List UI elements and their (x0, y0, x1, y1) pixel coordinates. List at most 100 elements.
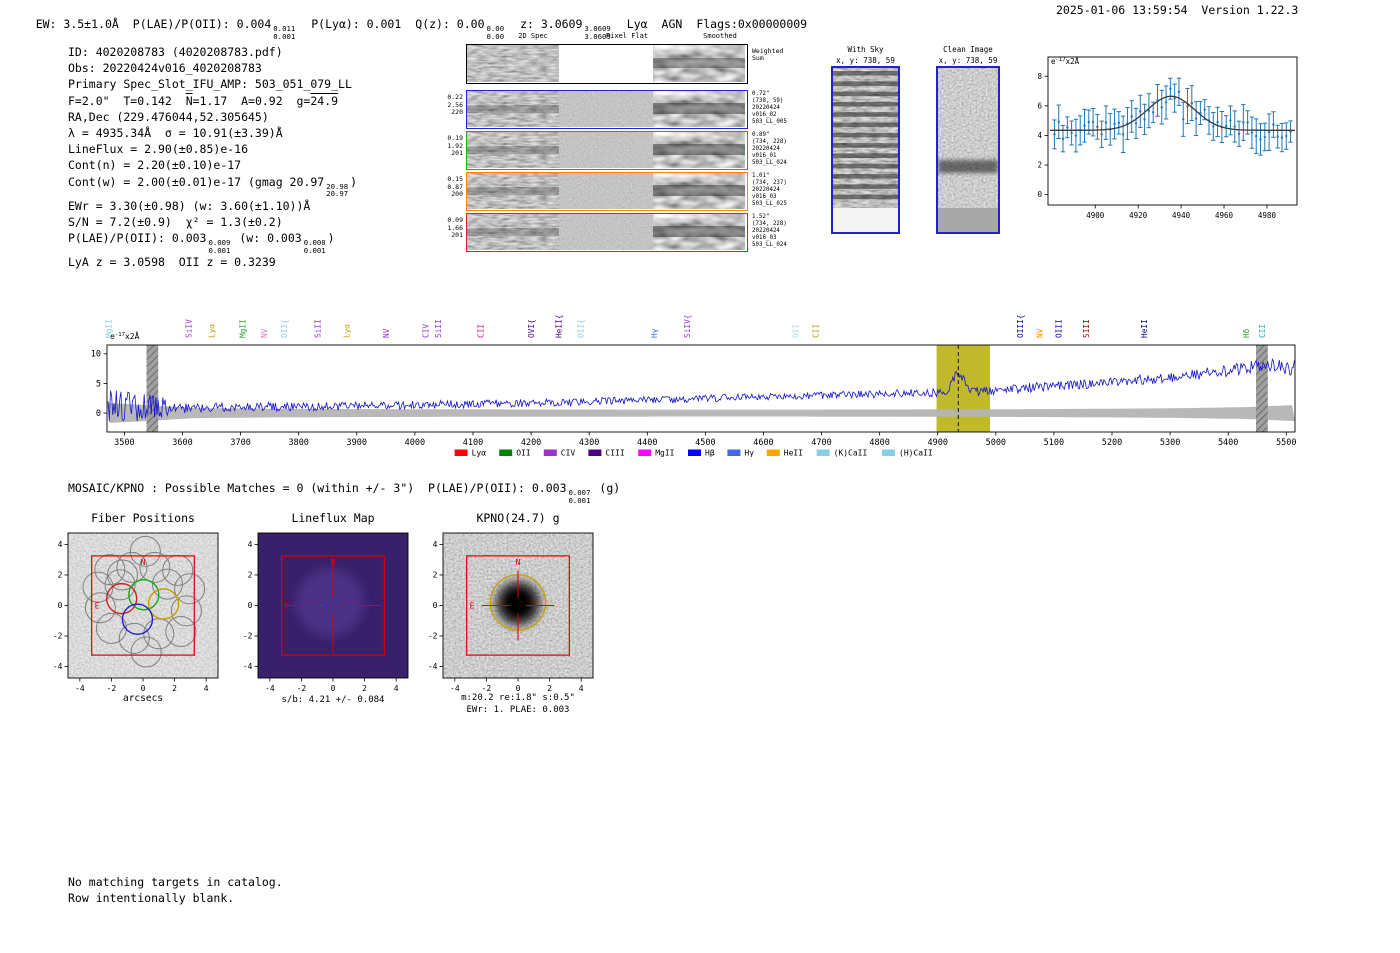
kpno-image-panel: -4 -4 -2 -2 0 0 2 2 4 4 N E (428, 532, 594, 693)
svg-text:OII: OII (516, 449, 531, 458)
svg-text:2: 2 (1037, 161, 1042, 170)
lineflux-map-title: Lineflux Map (291, 511, 375, 525)
trace-band (467, 186, 559, 196)
svg-text:5000: 5000 (986, 438, 1006, 448)
pixel-flat-image (559, 173, 653, 209)
svg-text:0: 0 (58, 601, 63, 610)
svg-text:5100: 5100 (1044, 438, 1064, 448)
cutout-col-header: 2D Spec (518, 32, 548, 40)
svg-text:E: E (285, 602, 290, 611)
svg-text:CIV: CIV (421, 324, 430, 338)
info-cont-n: Cont(n) = 2.20(±0.10)e-17 (68, 158, 242, 173)
smoothed-image-wrap (653, 45, 745, 82)
cutout-row-annotation: 0.72" (738, 59) 20220424 v016_02 503_LL_… (752, 91, 787, 125)
svg-text:NV: NV (1035, 328, 1044, 338)
svg-text:5: 5 (96, 379, 101, 389)
cutout-row (466, 213, 748, 252)
elixer-report-page: EW: 3.5±1.0Å P(LAE)/P(OII): 0.004 0.011 0.0… (0, 0, 1400, 953)
footer-line-1: No matching targets in catalog. (68, 875, 283, 889)
svg-text:2: 2 (172, 684, 177, 693)
cutout-col-header: Smoothed (703, 32, 737, 40)
kpno-caption-1: m:20.2 re:1.8" s:0.5" (461, 693, 575, 703)
smoothed-image-wrap (653, 173, 745, 209)
svg-text:SIII: SIII (1082, 319, 1091, 338)
smoothed-image-wrap (653, 91, 745, 127)
svg-text:Hβ: Hβ (705, 449, 715, 458)
pixel-flat-blank (559, 45, 653, 82)
svg-text:0: 0 (433, 601, 438, 610)
svg-text:-2: -2 (482, 684, 492, 693)
svg-text:0: 0 (516, 684, 521, 693)
svg-text:OVI{: OVI{ (527, 319, 536, 338)
svg-text:OII{: OII{ (576, 319, 585, 338)
svg-text:2: 2 (58, 571, 63, 580)
fiber-positions-title: Fiber Positions (91, 511, 195, 525)
info-seeing: F=2.0" T=0.142 N=1.17 A=0.92 g=24.9 (68, 93, 339, 108)
svg-text:e-17x2Å: e-17x2Å (110, 330, 140, 341)
info-ewr: EWr = 3.30(±0.98) (w: 3.60(±1.10))Å (68, 198, 311, 213)
svg-text:-2: -2 (428, 632, 438, 641)
lineflux-caption: s/b: 4.21 +/- 0.084 (281, 695, 385, 705)
svg-text:SiII: SiII (313, 319, 322, 338)
svg-text:4300: 4300 (579, 438, 599, 448)
smoothed-dark-band (653, 57, 745, 69)
2d-spec-image (467, 45, 559, 82)
svg-text:4920: 4920 (1129, 211, 1148, 220)
svg-text:OII{: OII{ (280, 319, 289, 338)
fiber-positions-panel: -4 -4 -2 -2 0 0 2 2 4 4 N E (53, 532, 219, 693)
header-type: Lyα (626, 17, 648, 31)
smoothed-dark-band (653, 226, 745, 238)
footer-notes: No matching targets in catalog. Row inte… (68, 875, 283, 906)
2d-spec-image-wrap (467, 214, 559, 250)
svg-text:e-17x2Å: e-17x2Å (1051, 57, 1080, 66)
svg-text:(H)CaII: (H)CaII (899, 449, 933, 458)
svg-text:2: 2 (362, 684, 367, 693)
svg-text:SiII: SiII (434, 319, 443, 338)
svg-text:0: 0 (96, 409, 101, 419)
svg-text:OIII: OIII (1055, 319, 1064, 338)
svg-text:-4: -4 (53, 662, 63, 671)
svg-text:4000: 4000 (405, 438, 425, 448)
cutout-row (466, 90, 748, 129)
svg-text:0: 0 (1037, 190, 1042, 199)
smoothed-image-wrap (653, 132, 745, 168)
svg-text:Lyα: Lyα (342, 324, 351, 338)
info-obs: Obs: 20220424v016_4020208783 (68, 61, 262, 76)
svg-text:-4: -4 (265, 684, 275, 693)
info-plae: P(LAE)/P(OII): 0.003 0.009 0.001 (w: 0.003… (68, 231, 335, 255)
svg-text:(K)CaII: (K)CaII (834, 449, 868, 458)
svg-text:0: 0 (248, 601, 253, 610)
svg-text:5400: 5400 (1218, 438, 1238, 448)
svg-text:4900: 4900 (1086, 211, 1105, 220)
svg-text:Hδ: Hδ (1242, 328, 1251, 338)
smoothed-dark-band (653, 103, 745, 115)
kpno-title: KPNO(24.7) g (476, 511, 560, 525)
svg-text:3900: 3900 (347, 438, 367, 448)
svg-text:-2: -2 (53, 632, 63, 641)
smoothed-dark-band (653, 185, 745, 197)
svg-text:-2: -2 (243, 632, 253, 641)
svg-text:HeII{: HeII{ (554, 315, 563, 338)
header-ew: EW: 3.5±1.0Å (35, 17, 119, 31)
svg-text:-4: -4 (450, 684, 460, 693)
svg-text:OIII{: OIII{ (1016, 315, 1025, 338)
svg-text:N: N (516, 558, 521, 567)
cutout-weighted-row (466, 44, 748, 84)
info-sn: S/N = 7.2(±0.9) χ² = 1.3(±0.2) (68, 215, 283, 230)
info-id: ID: 4020208783 (4020208783.pdf) (68, 45, 283, 59)
cutout-grid: 2D Spec Pixel Flat Smoothed Weighted Sum 0.2… (445, 30, 797, 260)
info-cont-w: Cont(w) = 2.00(±0.01)e-17 (gmag 20.97 20.… (68, 174, 358, 199)
info-slot: Primary Spec_Slot_IFU_AMP: 503_051_079_L… (68, 77, 352, 92)
svg-text:E: E (470, 602, 475, 611)
svg-text:MgII: MgII (655, 449, 674, 458)
pixel-flat-image (559, 91, 653, 127)
trace-band (467, 227, 559, 237)
svg-text:N: N (141, 558, 146, 567)
svg-text:2: 2 (248, 571, 253, 580)
2d-spec-image-wrap (467, 91, 559, 127)
sky-panel-xy: x, y: 738, 59 (836, 56, 895, 65)
svg-text:3800: 3800 (288, 438, 308, 448)
header-z: z: 3.0609 3.0609 3.0609 (520, 17, 611, 41)
sky-panel-title: With Sky (847, 45, 884, 54)
smoothed-dark-band (653, 144, 745, 156)
